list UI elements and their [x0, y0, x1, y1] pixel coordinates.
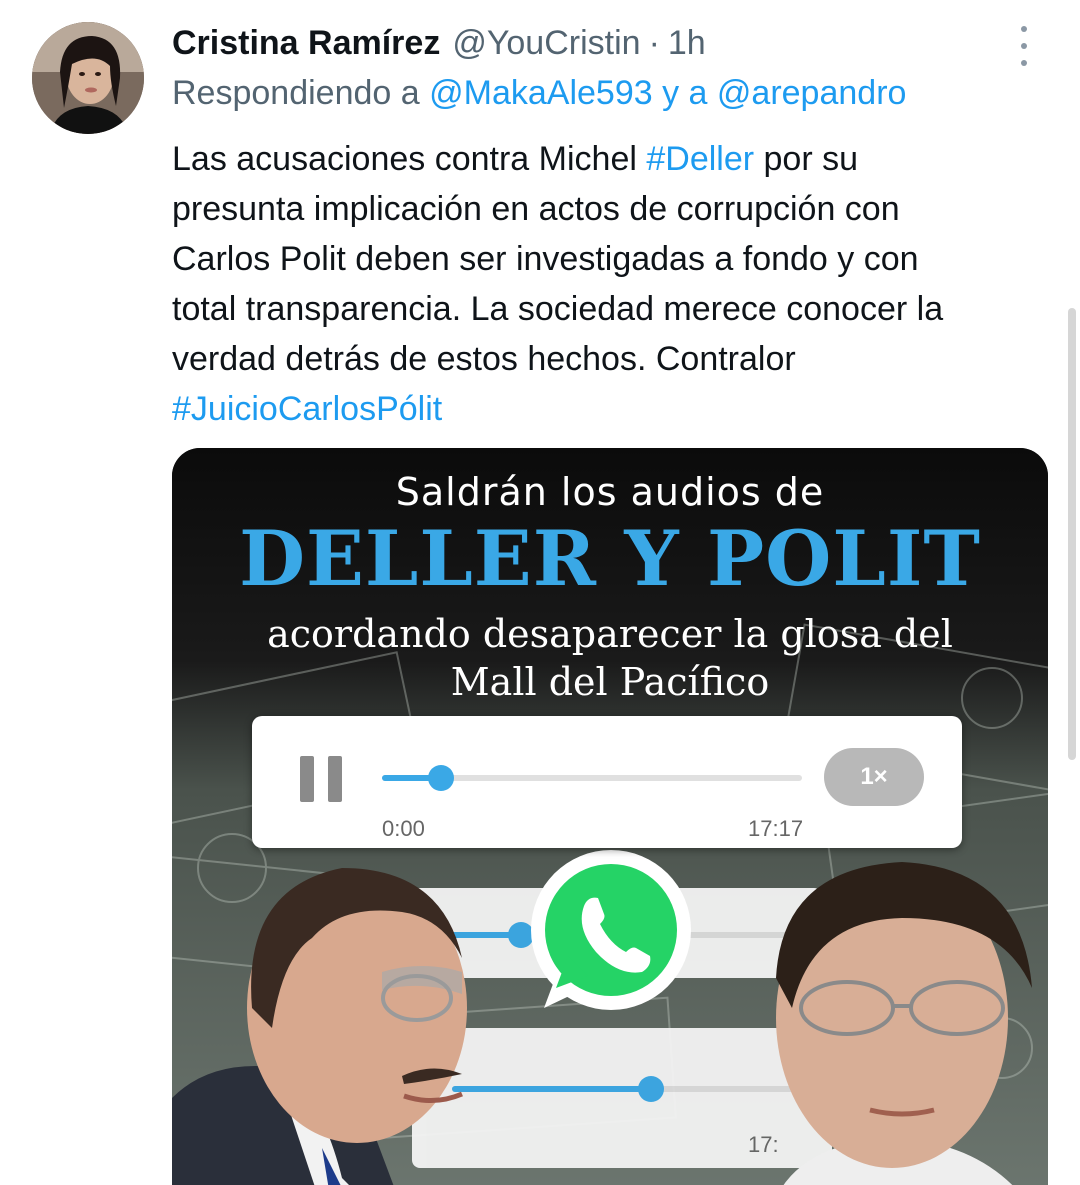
- reply-context: Respondiendo a @MakaAle593 y a @arepandr…: [172, 74, 906, 113]
- pause-bar-left: [300, 756, 314, 802]
- more-options-button[interactable]: [1006, 26, 1042, 66]
- tweet-page: Cristina Ramírez @YouCristin · 1h Respon…: [0, 0, 1080, 1185]
- tweet-text-segment: Las acusaciones contra Michel: [172, 140, 647, 178]
- media-headline-3a: acordando desaparecer la glosa del: [267, 612, 953, 656]
- tweet-line: Las acusaciones contra Michel #Deller po…: [172, 134, 1052, 184]
- tweet-line: presunta implicación en actos de corrupc…: [172, 190, 900, 228]
- playback-speed-button[interactable]: 1×: [824, 748, 924, 806]
- person-right-photo: [752, 848, 1048, 1185]
- tweet-text-segment: por su: [754, 140, 859, 178]
- audio-elapsed-time: 0:00: [382, 816, 425, 841]
- tweet-time[interactable]: 1h: [668, 24, 706, 63]
- pause-icon[interactable]: [300, 756, 344, 802]
- whatsapp-icon: [526, 848, 696, 1018]
- scrollbar[interactable]: [1068, 308, 1076, 760]
- avatar[interactable]: [32, 22, 144, 134]
- reply-mention-2[interactable]: @arepandro: [717, 74, 907, 112]
- hashtag-deller[interactable]: #Deller: [646, 140, 754, 178]
- more-vertical-icon-dot: [1021, 43, 1027, 49]
- media-headline-3: acordando desaparecer la glosa del Mall …: [172, 610, 1048, 706]
- separator-dot: ·: [648, 23, 660, 62]
- reply-mention-1[interactable]: @MakaAle593: [429, 74, 653, 112]
- reply-connector: y a: [662, 74, 708, 112]
- more-vertical-icon: [1021, 26, 1027, 32]
- reply-prefix: Respondiendo a: [172, 74, 420, 112]
- user-handle[interactable]: @YouCristin: [452, 24, 640, 63]
- media-headline-1: Saldrán los audios de: [395, 470, 825, 514]
- display-name[interactable]: Cristina Ramírez: [172, 24, 440, 63]
- person-left-photo: [172, 848, 502, 1185]
- audio-progress-track[interactable]: [382, 765, 802, 791]
- tweet-media-image[interactable]: Saldrán los audios de DELLER Y POLIT aco…: [172, 448, 1048, 1185]
- tweet-line: verdad detrás de estos hechos. Contralor: [172, 340, 796, 378]
- media-headline-3b: Mall del Pacífico: [450, 660, 770, 704]
- media-headline-2: DELLER Y POLIT: [239, 514, 981, 603]
- more-vertical-icon-dot: [1021, 60, 1027, 66]
- audio-progress-knob[interactable]: [427, 765, 454, 791]
- tweet-text: Las acusaciones contra Michel #Deller po…: [172, 134, 1052, 434]
- tweet-header: Cristina Ramírez @YouCristin · 1h: [172, 18, 992, 68]
- background-audio-knob: [638, 1076, 664, 1102]
- audio-player-card: 1× 0:00 17:17: [252, 716, 962, 848]
- tweet-line: total transparencia. La sociedad merece …: [172, 290, 944, 328]
- audio-duration: 17:17: [748, 816, 804, 841]
- tweet-line: Carlos Polit deben ser investigadas a fo…: [172, 240, 919, 278]
- pause-bar-right: [328, 756, 342, 802]
- avatar-photo: [32, 22, 144, 134]
- hashtag-juicio-carlos-polit[interactable]: #JuicioCarlosPólit: [172, 384, 1052, 434]
